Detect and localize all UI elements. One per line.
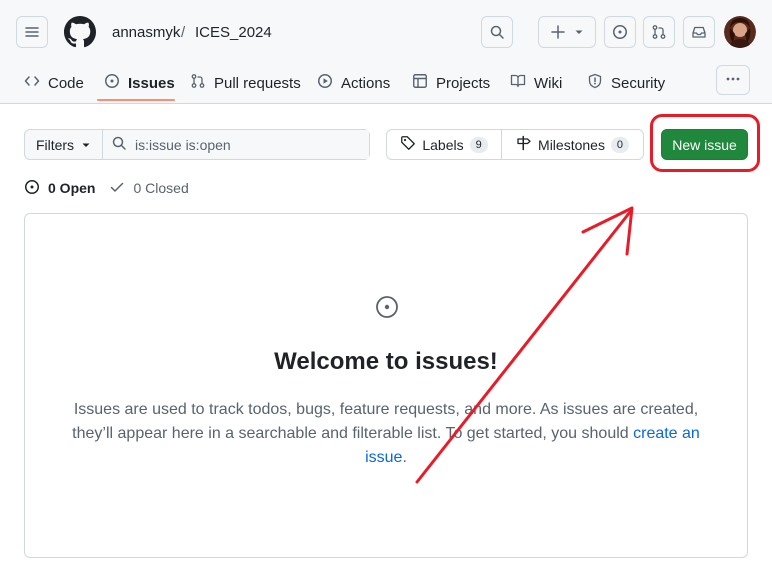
description-text: Issues are used to track todos, bugs, fe… [72,401,699,442]
milestone-icon [516,135,532,154]
filters-button[interactable]: Filters [25,130,103,159]
github-logo[interactable] [64,16,96,51]
tab-label: Pull requests [214,74,301,92]
open-count-label: 0 Open [48,180,96,196]
code-icon [24,73,40,93]
closed-count-label: 0 Closed [133,180,189,196]
search-button[interactable] [481,16,513,48]
description-trailing: . [402,449,407,466]
tab-label: Projects [436,74,491,92]
search-icon [111,135,127,154]
repo-header: annasmyk / ICES_2024 Code Issues Pull re… [0,0,772,104]
issue-state-tabs: 0 Open 0 Closed [24,178,189,198]
issue-opened-icon [24,179,40,198]
issue-opened-icon [375,295,399,322]
tab-code[interactable]: Code [24,62,84,104]
search-icon [489,24,505,40]
breadcrumb-repo[interactable]: ICES_2024 [195,24,272,41]
tab-security[interactable]: Security [587,62,665,104]
table-icon [412,73,428,93]
chevron-down-icon [574,27,584,37]
tag-icon [400,135,416,154]
issue-search-input[interactable] [135,136,355,153]
empty-issues-panel: Welcome to issues! Issues are used to tr… [24,213,748,558]
inbox-button[interactable] [683,16,715,48]
open-issues-tab[interactable]: 0 Open [24,179,95,198]
empty-state-title: Welcome to issues! [274,348,498,375]
create-new-button[interactable] [538,16,596,48]
milestones-button[interactable]: Milestones 0 [502,130,643,159]
more-tabs-button[interactable] [716,65,750,95]
pull-request-icon [190,73,206,93]
tab-label: Issues [128,74,175,92]
pull-request-icon [651,24,667,40]
caret-down-icon [81,137,91,153]
check-icon [109,179,125,198]
filters-label: Filters [35,136,75,153]
menu-button[interactable] [16,16,48,48]
shield-icon [587,73,603,93]
breadcrumb-owner[interactable]: annasmyk [112,24,180,41]
book-icon [510,73,526,93]
filters-bar: Filters [24,129,370,160]
milestones-count: 0 [610,136,629,153]
pull-requests-shortcut-button[interactable] [643,16,675,48]
issue-opened-icon [612,24,628,40]
active-tab-indicator [97,99,175,101]
labels-label: Labels [422,136,464,153]
avatar[interactable] [724,16,756,48]
plus-icon [550,24,566,40]
labels-milestones-group: Labels 9 Milestones 0 [386,129,644,160]
closed-issues-tab[interactable]: 0 Closed [109,179,189,198]
issues-shortcut-button[interactable] [604,16,636,48]
search-field [103,130,369,159]
issue-opened-icon [104,73,120,93]
tab-issues[interactable]: Issues [104,62,175,104]
milestones-label: Milestones [538,136,605,153]
empty-state-description: Issues are used to track todos, bugs, fe… [70,398,702,470]
kebab-horizontal-icon [725,71,741,90]
tab-actions[interactable]: Actions [317,62,390,104]
tab-wiki[interactable]: Wiki [510,62,562,104]
menu-icon [24,24,40,40]
labels-button[interactable]: Labels 9 [387,130,502,159]
inbox-icon [691,24,707,40]
labels-count: 9 [469,136,488,153]
tab-label: Security [611,74,666,92]
tab-projects[interactable]: Projects [412,62,490,104]
repo-nav: Code Issues Pull requests Actions Projec… [0,62,772,104]
tab-label: Wiki [534,74,563,92]
tab-pull-requests[interactable]: Pull requests [190,62,301,104]
tab-label: Actions [341,74,391,92]
breadcrumb-separator: / [181,24,186,41]
tab-label: Code [48,74,84,92]
new-issue-button[interactable]: New issue [661,129,748,160]
play-icon [317,73,333,93]
